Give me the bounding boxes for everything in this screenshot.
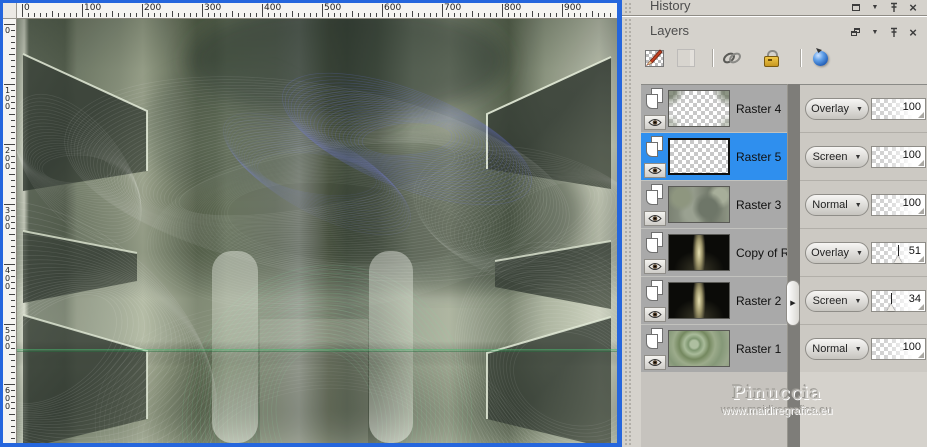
edit-selection-icon[interactable] [810,47,832,69]
layer-thumbnail[interactable] [668,282,730,319]
chevron-down-icon: ▼ [855,249,863,257]
toolbar-separator [712,49,713,67]
opacity-field[interactable]: 34 [871,290,926,312]
raster-layer-icon [644,184,666,208]
layers-title: Layers [650,23,690,38]
layer-thumbnail[interactable] [668,138,730,175]
pin-icon[interactable] [888,27,900,39]
visibility-toggle[interactable] [644,259,666,274]
opacity-field[interactable]: 100 [871,146,926,168]
new-mask-layer-icon-disabled[interactable] [675,47,697,69]
visibility-toggle[interactable] [644,211,666,226]
layer-row-copy-of-raster-2[interactable]: Copy of Raster 2 [641,229,826,277]
float-window-icon[interactable] [850,2,862,14]
layer-row-raster-5[interactable]: Raster 5 [641,133,787,181]
blend-mode-dropdown[interactable]: Normal ▼ [805,338,869,360]
opacity-field[interactable]: 100 [871,194,926,216]
layer-list-empty-area [641,372,787,447]
layer-name: Raster 1 [736,342,782,356]
chevron-down-icon: ▼ [854,297,862,305]
visibility-toggle[interactable] [644,163,666,178]
chevron-down-icon: ▼ [854,345,862,353]
chevron-down-icon: ▼ [854,153,862,161]
layer-row-raster-1[interactable]: Raster 1 [641,325,787,373]
layer-row-raster-2[interactable]: Raster 2 [641,277,787,325]
layer-thumbnail[interactable] [668,330,730,367]
pin-icon[interactable] [888,2,900,14]
raster-layer-icon [644,88,666,112]
layer-name: Raster 2 [736,294,782,308]
horizontal-ruler: 0 100 200 300 400 500 600 700 800 900 [17,3,617,19]
blend-mode-dropdown[interactable]: Overlay ▼ [805,98,869,120]
opacity-slider[interactable] [887,293,896,311]
canvas-artwork[interactable] [17,19,617,443]
panel-menu-icon[interactable]: ▼ [869,2,881,14]
blend-row: Screen ▼ 100 [800,132,927,180]
close-icon[interactable]: × [907,1,919,14]
blend-mode-dropdown[interactable]: Overlay ▼ [805,242,869,264]
layer-name: Raster 3 [736,198,782,212]
history-title: History [650,0,691,13]
layers-panel-header: Layers ▼ × [622,18,927,42]
blend-row: Overlay ▼ 51 [800,228,927,276]
vertical-ruler: 0100200300400500600 [3,19,17,443]
link-layers-icon[interactable] [721,47,743,69]
blend-mode-dropdown[interactable]: Screen ▼ [805,146,869,168]
blend-mode-dropdown[interactable]: Normal ▼ [805,194,869,216]
opacity-field[interactable]: 100 [871,338,926,360]
raster-layer-icon [644,280,666,304]
image-window: 0 100 200 300 400 500 600 700 800 900 01002003004… [0,0,622,447]
layers-toolbar [622,46,927,74]
visibility-toggle[interactable] [644,355,666,370]
opacity-field[interactable]: 100 [871,98,926,120]
layer-thumbnail[interactable] [668,90,730,127]
blend-row: Normal ▼ 100 [800,180,927,228]
palette-panel: History ▼ × Layers ▼ × Raster 4 Raster 5… [622,0,927,447]
layer-list: Raster 4 Raster 5 Raster 3 Copy of Raste… [641,84,826,373]
raster-layer-icon [644,232,666,256]
splitter-handle[interactable]: ▶ [786,280,800,326]
cascade-icon[interactable] [850,27,862,39]
layer-thumbnail[interactable] [668,186,730,223]
column-splitter[interactable]: ▶ [786,84,800,447]
ruler-corner [3,3,17,19]
visibility-toggle[interactable] [644,115,666,130]
new-raster-layer-icon[interactable] [643,47,665,69]
close-icon[interactable]: × [907,26,919,39]
opacity-field[interactable]: 51 [871,242,926,264]
blend-row: Screen ▼ 34 [800,276,927,324]
blend-row: Overlay ▼ 100 [800,84,927,132]
raster-layer-icon [644,136,666,160]
panel-padding [634,84,641,447]
blend-opacity-column: Overlay ▼ 100 Screen ▼ 100 Normal ▼ 100 Ove… [800,84,927,372]
app-screen: 0 100 200 300 400 500 600 700 800 900 01002003004… [0,0,927,447]
chevron-down-icon: ▼ [854,201,862,209]
panel-menu-icon[interactable]: ▼ [869,27,881,39]
visibility-toggle[interactable] [644,307,666,322]
blend-row: Normal ▼ 100 [800,324,927,372]
layer-row-raster-4[interactable]: Raster 4 [641,85,787,133]
raster-layer-icon [644,328,666,352]
lock-transparency-icon[interactable] [760,47,782,69]
layers-panel: Layers ▼ × Raster 4 Raster 5 Raster 3 Co… [622,18,927,447]
toolbar-separator [800,49,801,67]
layer-thumbnail[interactable] [668,234,730,271]
chevron-down-icon: ▼ [855,105,863,113]
layer-name: Raster 5 [736,150,782,164]
opacity-slider[interactable] [894,245,903,263]
layer-name: Raster 4 [736,102,782,116]
blend-mode-dropdown[interactable]: Screen ▼ [805,290,869,312]
layer-row-raster-3[interactable]: Raster 3 [641,181,787,229]
history-panel-header: History ▼ × [622,0,927,15]
